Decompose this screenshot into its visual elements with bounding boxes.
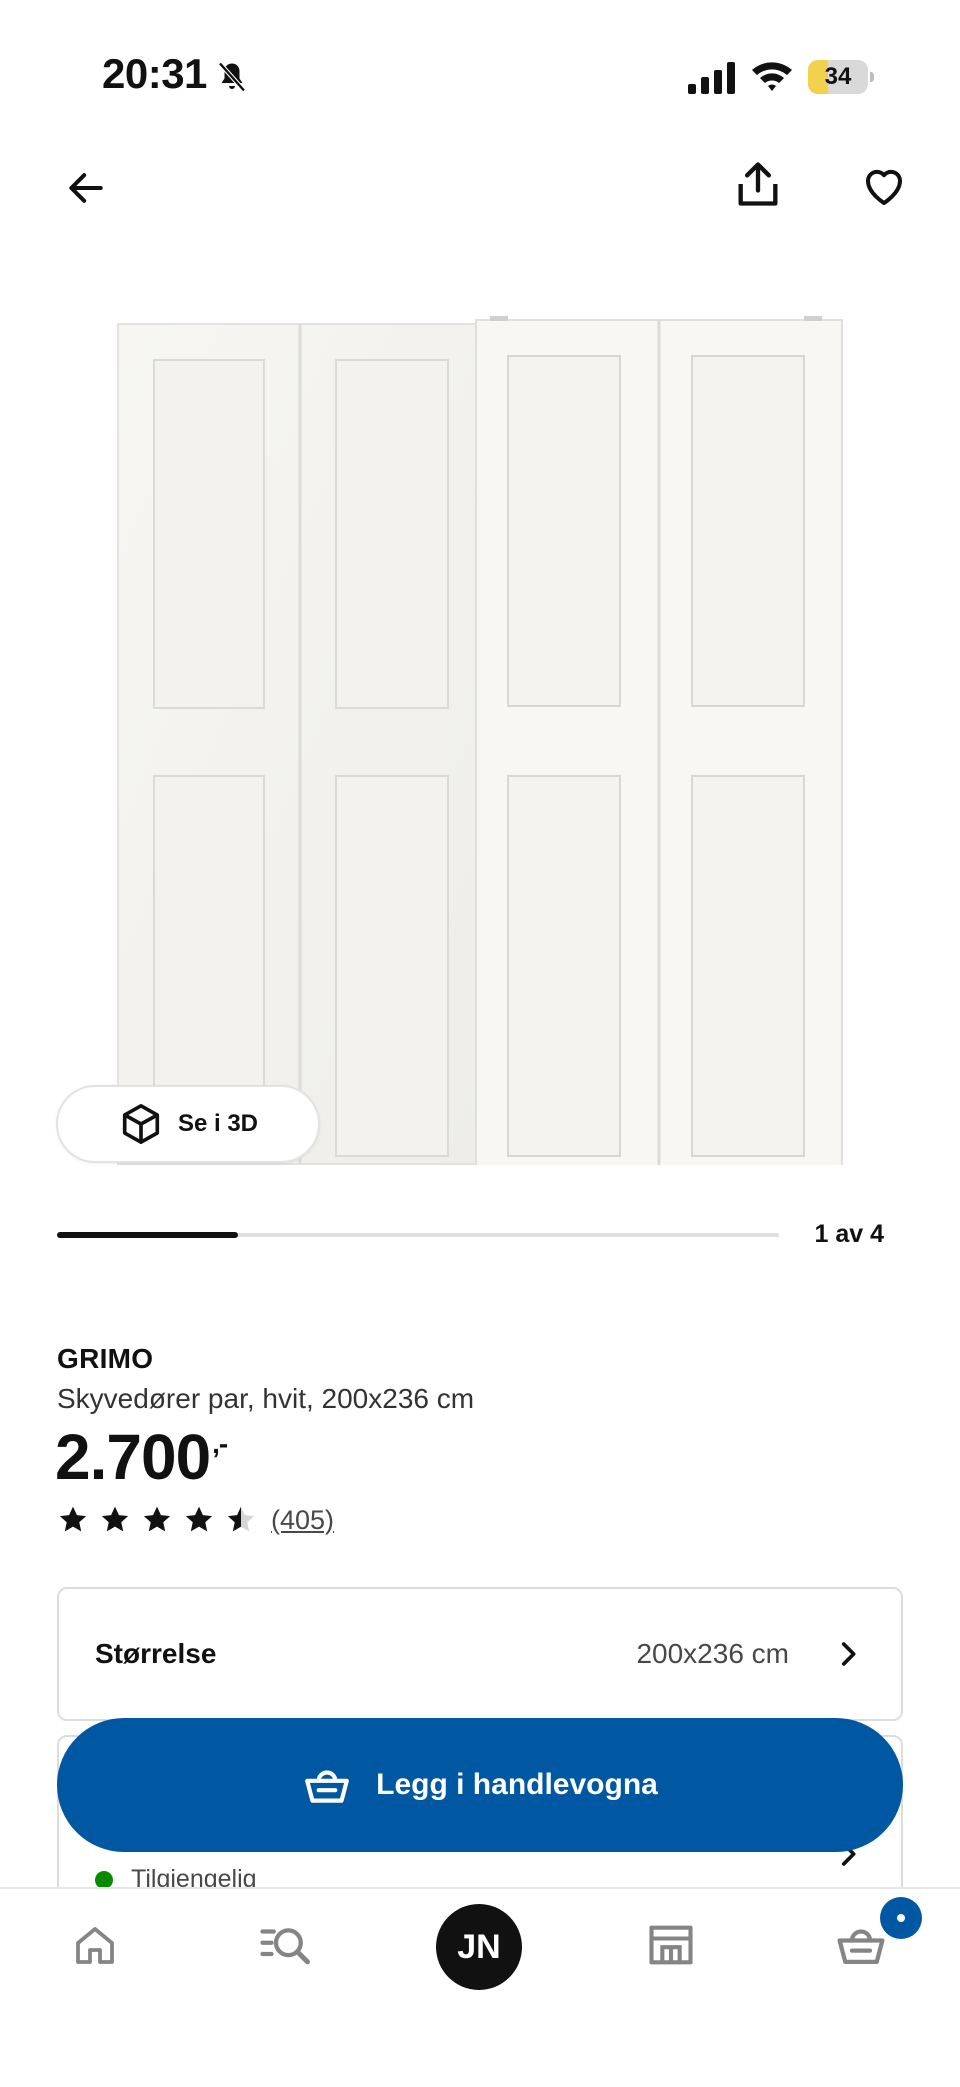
arrow-left-icon [69,173,103,203]
view-in-3d-label: Se i 3D [177,1110,259,1137]
add-to-cart-label: Legg i handlevogna [376,1768,658,1801]
gallery-counter: 1 av 4 [814,1220,884,1248]
wifi-icon [752,62,792,91]
price-value: 2.700 [55,1421,211,1493]
rating-summary[interactable]: (405) [57,1504,334,1536]
status-bar: 20:31 34 [0,0,960,150]
avatar-initials: JN [457,1927,501,1966]
bell-slash-icon [218,62,246,92]
favourite-button[interactable] [852,154,916,218]
cart-icon [837,1929,885,1965]
cube-3d-icon [122,1103,160,1145]
product-price: 2.700 ,- [55,1420,228,1494]
available-dot [95,1870,113,1889]
add-to-cart-button[interactable]: Legg i handlevogna [57,1718,903,1852]
search-list-icon [260,1928,310,1965]
tab-store[interactable] [636,1910,706,1980]
rating-stars [57,1504,257,1536]
cart-badge [880,1897,922,1939]
gallery-progress-bar [57,1232,779,1238]
battery-level: 34 [824,63,852,90]
tab-search[interactable] [250,1910,320,1980]
star-full-icon [185,1506,213,1532]
size-selector[interactable]: Størrelse 200x236 cm [57,1587,903,1721]
tab-home[interactable] [60,1910,130,1980]
home-icon [76,1927,114,1964]
gallery-progress-fill [57,1232,238,1238]
chevron-right-icon [841,1642,856,1666]
review-count-link[interactable]: (405) [271,1505,334,1536]
share-button[interactable] [726,152,790,216]
price-suffix: ,- [212,1428,228,1459]
status-time: 20:31 [102,50,207,97]
product-description: Skyvedører par, hvit, 200x236 cm [57,1383,475,1414]
size-label: Størrelse [95,1638,217,1669]
store-icon [649,1925,693,1965]
back-button[interactable] [54,156,118,220]
tab-profile-avatar[interactable]: JN [436,1904,522,1990]
star-full-icon [101,1506,129,1532]
product-name: GRIMO [57,1343,154,1374]
cart-badge-dot [897,1914,905,1922]
star-half-icon [227,1506,255,1532]
product-image[interactable] [110,310,850,1165]
heart-icon [865,169,903,205]
cellular-signal-icon [688,62,735,94]
shopping-bag-icon [305,1770,350,1803]
size-value: 200x236 cm [636,1638,789,1669]
star-full-icon [143,1506,171,1532]
share-icon [738,162,778,206]
view-in-3d-button[interactable]: Se i 3D [56,1085,320,1163]
battery-icon: 34 [808,60,874,94]
star-full-icon [59,1506,87,1532]
